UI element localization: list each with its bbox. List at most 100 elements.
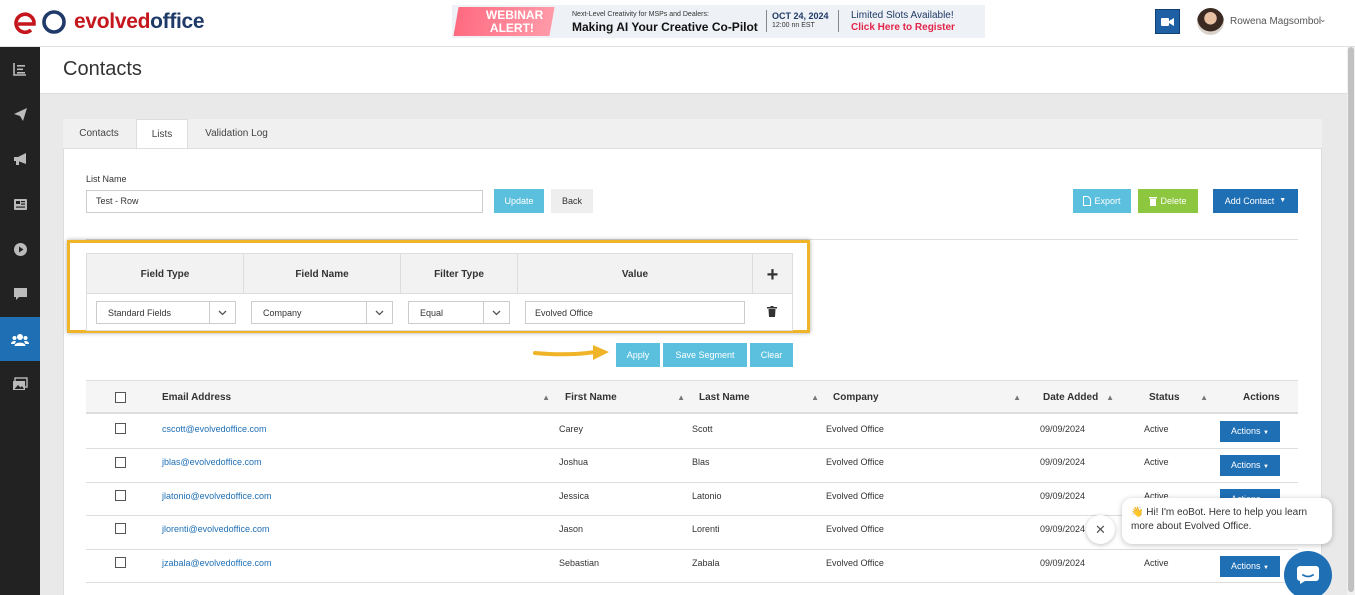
row-checkbox[interactable] xyxy=(115,557,126,568)
row-email[interactable]: jlatonio@evolvedoffice.com xyxy=(162,491,272,501)
table-header-status[interactable]: Status ▲ xyxy=(1120,380,1215,414)
row-divider xyxy=(86,549,1298,550)
column-status-label: Status xyxy=(1149,392,1180,403)
export-button[interactable]: Export xyxy=(1073,189,1131,213)
row-divider xyxy=(86,515,1298,516)
webinar-badge: WEBINAR ALERT! xyxy=(453,7,555,36)
row-email[interactable]: cscott@evolvedoffice.com xyxy=(162,424,267,434)
sidebar-item-videos[interactable] xyxy=(0,227,40,271)
filter-header-field-name: Field Name xyxy=(243,253,401,294)
row-checkbox[interactable] xyxy=(115,490,126,501)
clear-button[interactable]: Clear xyxy=(750,343,793,367)
evolved-office-logo[interactable]: evolvedoffice xyxy=(14,8,205,36)
column-date-added-label: Date Added xyxy=(1043,392,1099,403)
row-company: Evolved Office xyxy=(826,457,884,467)
caret-down-icon: ▼ xyxy=(1263,430,1269,436)
logo-text: evolvedoffice xyxy=(74,10,205,34)
row-checkbox[interactable] xyxy=(115,457,126,468)
tab-contacts[interactable]: Contacts xyxy=(63,119,135,149)
apply-button[interactable]: Apply xyxy=(616,343,660,367)
chat-message-bubble[interactable]: 👋 Hi! I'm eoBot. Here to help you learn … xyxy=(1122,498,1332,544)
row-checkbox[interactable] xyxy=(115,423,126,434)
sidebar-item-announcements[interactable] xyxy=(0,137,40,181)
row-actions-button[interactable]: Actions ▼ xyxy=(1220,556,1280,577)
back-button[interactable]: Back xyxy=(551,189,593,213)
table-header-last-name[interactable]: Last Name ▲ xyxy=(691,380,826,414)
table-header-email[interactable]: Email Address ▲ xyxy=(154,380,557,414)
filter-type-value: Equal xyxy=(420,308,444,318)
column-first-name-label: First Name xyxy=(565,392,617,403)
save-segment-button[interactable]: Save Segment xyxy=(663,343,747,367)
add-contact-button[interactable]: Add Contact ▼ xyxy=(1213,189,1298,213)
row-first-name: Jason xyxy=(559,524,584,534)
row-last-name: Scott xyxy=(692,424,713,434)
tab-lists[interactable]: Lists xyxy=(136,119,188,149)
page-title: Contacts xyxy=(63,58,142,80)
filter-value-input[interactable]: Evolved Office xyxy=(525,301,745,324)
select-all-checkbox[interactable] xyxy=(115,392,126,403)
table-header-first-name[interactable]: First Name ▲ xyxy=(557,380,692,414)
banner-register-link[interactable]: Click Here to Register xyxy=(851,22,955,33)
update-button[interactable]: Update xyxy=(494,189,544,213)
banner-slots: Limited Slots Available! xyxy=(851,10,954,21)
newspaper-icon xyxy=(13,198,27,210)
field-type-select[interactable]: Standard Fields xyxy=(96,301,236,324)
arrow-pointer-icon xyxy=(533,345,609,360)
table-header-company[interactable]: Company ▲ xyxy=(825,380,1028,414)
video-call-button[interactable] xyxy=(1155,9,1180,34)
caret-down-icon: ▼ xyxy=(1263,565,1269,571)
sidebar-item-campaigns[interactable] xyxy=(0,92,40,136)
row-email[interactable]: jblas@evolvedoffice.com xyxy=(162,457,262,467)
filter-header-value: Value xyxy=(517,253,753,294)
paper-plane-icon xyxy=(13,107,27,121)
trash-icon[interactable] xyxy=(767,306,777,320)
add-filter-button[interactable]: + xyxy=(752,253,793,294)
row-actions-button[interactable]: Actions ▼ xyxy=(1220,455,1280,476)
chat-close-button[interactable]: ✕ xyxy=(1086,515,1115,544)
row-actions-button[interactable]: Actions ▼ xyxy=(1220,421,1280,442)
field-name-value: Company xyxy=(263,308,302,318)
row-divider xyxy=(86,448,1298,449)
filter-header-filter-type: Filter Type xyxy=(400,253,518,294)
scrollbar-thumb[interactable] xyxy=(1348,47,1354,592)
page-title-bar: Contacts xyxy=(40,47,1347,94)
field-name-select[interactable]: Company xyxy=(251,301,393,324)
megaphone-icon xyxy=(13,153,26,165)
add-contact-label: Add Contact xyxy=(1224,196,1275,206)
top-header: evolvedoffice WEBINAR ALERT! Next-Level … xyxy=(0,0,1355,47)
list-name-input[interactable]: Test - Row xyxy=(86,190,483,213)
sidebar-item-social[interactable] xyxy=(0,272,40,316)
chevron-down-icon[interactable]: ⌄ xyxy=(1319,14,1327,25)
tab-validation-log[interactable]: Validation Log xyxy=(190,119,283,149)
sidebar-item-media[interactable] xyxy=(0,362,40,406)
chevron-down-icon xyxy=(483,302,509,323)
row-date-added: 09/09/2024 xyxy=(1040,457,1086,467)
delete-button[interactable]: Delete xyxy=(1138,189,1198,213)
row-email[interactable]: jlorenti@evolvedoffice.com xyxy=(162,524,270,534)
trash-icon xyxy=(1149,197,1158,206)
row-checkbox[interactable] xyxy=(115,523,126,534)
user-name[interactable]: Rowena Magsombol xyxy=(1230,16,1321,27)
row-last-name: Lorenti xyxy=(692,524,720,534)
user-avatar[interactable] xyxy=(1197,8,1224,35)
sidebar-item-newsletters[interactable] xyxy=(0,182,40,226)
row-date-added: 09/09/2024 xyxy=(1040,491,1086,501)
sidebar xyxy=(0,47,40,595)
sort-icon: ▲ xyxy=(1106,393,1114,402)
row-email[interactable]: jzabala@evolvedoffice.com xyxy=(162,558,272,568)
sort-icon: ▲ xyxy=(811,393,819,402)
banner-divider-2 xyxy=(838,10,839,32)
webinar-banner[interactable]: WEBINAR ALERT! Next-Level Creativity for… xyxy=(452,5,985,38)
column-company-label: Company xyxy=(833,392,879,403)
table-header-date-added[interactable]: Date Added ▲ xyxy=(1027,380,1121,414)
chat-launcher-button[interactable] xyxy=(1284,551,1332,595)
filter-type-select[interactable]: Equal xyxy=(408,301,510,324)
actions-label: Actions xyxy=(1231,426,1261,436)
caret-down-icon: ▼ xyxy=(1279,197,1287,204)
row-first-name: Joshua xyxy=(559,457,589,467)
sort-icon: ▲ xyxy=(1200,393,1208,402)
sidebar-item-dashboard[interactable] xyxy=(0,47,40,91)
actions-label: Actions xyxy=(1231,561,1261,571)
sort-icon: ▲ xyxy=(677,393,685,402)
sidebar-item-contacts[interactable] xyxy=(0,317,40,361)
